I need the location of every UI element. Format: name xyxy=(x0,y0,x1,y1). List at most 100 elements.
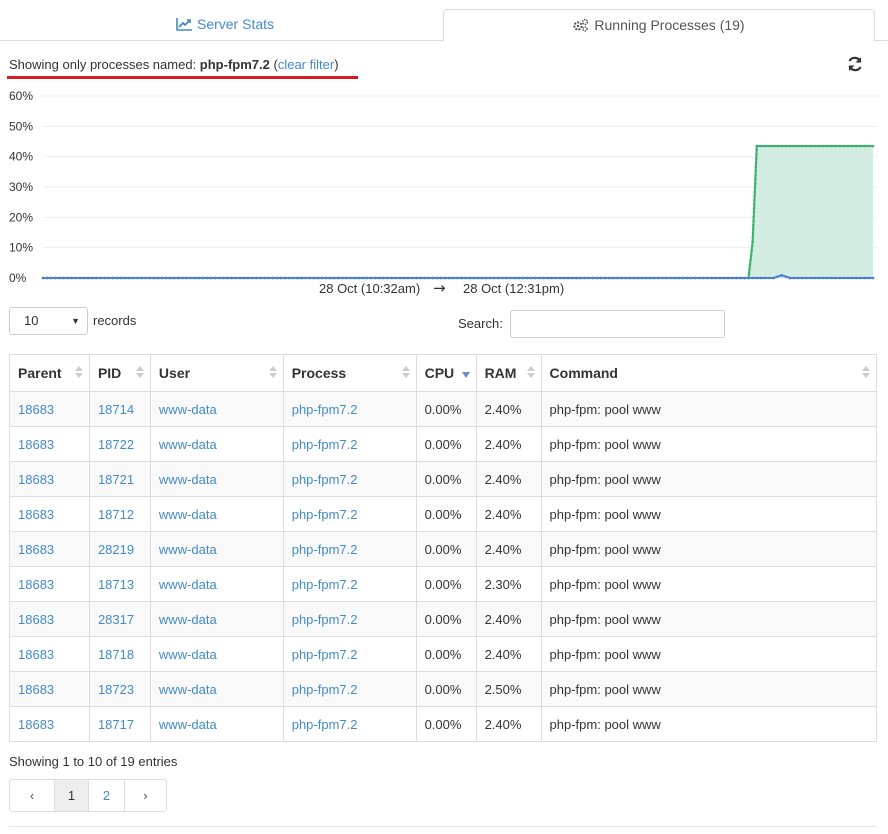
parent-link[interactable]: 18683 xyxy=(18,577,54,592)
series-point xyxy=(636,276,640,280)
command-value: php-fpm: pool www xyxy=(549,576,661,592)
user-cell: www-data xyxy=(149,636,284,672)
series-point xyxy=(275,276,279,280)
series-point xyxy=(681,276,685,280)
process-link[interactable]: php-fpm7.2 xyxy=(292,402,358,417)
ram-value: 2.40% xyxy=(484,716,522,732)
ram-cell: 2.40% xyxy=(475,461,542,497)
process-link[interactable]: php-fpm7.2 xyxy=(292,507,358,522)
process-link[interactable]: php-fpm7.2 xyxy=(292,647,358,662)
pid-link[interactable]: 18721 xyxy=(98,472,134,487)
process-link[interactable]: php-fpm7.2 xyxy=(292,542,358,557)
series-point xyxy=(753,198,756,202)
series-point xyxy=(834,276,837,280)
column-header-process[interactable]: Process xyxy=(282,354,417,392)
series-point xyxy=(817,276,821,280)
series-point xyxy=(859,276,862,280)
series-point xyxy=(472,276,476,280)
column-header-user[interactable]: User xyxy=(149,354,284,392)
parent-link[interactable]: 18683 xyxy=(18,472,54,487)
pid-link[interactable]: 28317 xyxy=(98,612,134,627)
user-link[interactable]: www-data xyxy=(159,717,217,732)
series-point xyxy=(365,276,369,280)
pid-link[interactable]: 18718 xyxy=(98,647,134,662)
user-link[interactable]: www-data xyxy=(159,507,217,522)
user-link[interactable]: www-data xyxy=(159,472,217,487)
series-point xyxy=(58,276,61,280)
process-link[interactable]: php-fpm7.2 xyxy=(292,437,358,452)
user-link[interactable]: www-data xyxy=(159,612,217,627)
series-point xyxy=(855,144,858,148)
column-header-pid[interactable]: PID xyxy=(88,354,151,392)
parent-link[interactable]: 18683 xyxy=(18,402,54,417)
ram-cell: 2.40% xyxy=(475,601,542,637)
series-point xyxy=(846,144,850,148)
parent-link[interactable]: 18683 xyxy=(18,647,54,662)
series-point xyxy=(752,202,756,206)
page-length-select[interactable]: 10 ▼ xyxy=(9,307,88,335)
parent-link[interactable]: 18683 xyxy=(18,437,54,452)
tab-server-stats[interactable]: Server Stats xyxy=(9,9,441,41)
pid-link[interactable]: 18723 xyxy=(98,682,134,697)
tab-running-processes[interactable]: Running Processes (19) xyxy=(443,9,875,42)
series-point xyxy=(805,144,808,148)
series-point xyxy=(136,276,139,280)
prev-page-button[interactable]: ‹ xyxy=(10,780,54,811)
page-button-2[interactable]: 2 xyxy=(88,780,124,811)
pid-link[interactable]: 18712 xyxy=(98,507,134,522)
refresh-icon[interactable] xyxy=(846,55,864,73)
series-point xyxy=(616,276,619,280)
user-link[interactable]: www-data xyxy=(159,437,217,452)
series-point xyxy=(830,144,833,148)
pid-link[interactable]: 18713 xyxy=(98,577,134,592)
filter-close-paren: ) xyxy=(334,57,339,72)
user-link[interactable]: www-data xyxy=(159,542,217,557)
process-link[interactable]: php-fpm7.2 xyxy=(292,472,358,487)
series-point xyxy=(152,276,156,280)
series-point xyxy=(797,144,800,148)
pid-link[interactable]: 28219 xyxy=(98,542,134,557)
page-button-1[interactable]: 1 xyxy=(54,780,88,811)
pid-link[interactable]: 18714 xyxy=(98,402,134,417)
column-header-parent[interactable]: Parent xyxy=(9,354,90,392)
series-point xyxy=(250,276,254,280)
process-link[interactable]: php-fpm7.2 xyxy=(292,612,358,627)
parent-link[interactable]: 18683 xyxy=(18,717,54,732)
process-link[interactable]: php-fpm7.2 xyxy=(292,682,358,697)
command-cell: php-fpm: pool www xyxy=(540,706,878,742)
process-link[interactable]: php-fpm7.2 xyxy=(292,717,358,732)
series-point xyxy=(754,173,757,177)
series-point xyxy=(776,144,779,148)
user-link[interactable]: www-data xyxy=(159,577,217,592)
pid-link[interactable]: 18717 xyxy=(98,717,134,732)
cpu-value: 0.00% xyxy=(424,681,462,697)
user-link[interactable]: www-data xyxy=(159,647,217,662)
column-header-label: PID xyxy=(97,365,122,381)
x-range-end-label: 28 Oct (12:31pm) xyxy=(463,281,564,296)
ram-cell: 2.40% xyxy=(475,391,542,427)
search-input[interactable] xyxy=(510,310,725,338)
parent-link[interactable]: 18683 xyxy=(18,507,54,522)
column-header-command[interactable]: Command xyxy=(540,354,878,392)
table-row: 18683 28219 www-data php-fpm7.2 0.00% 2.40% ph… xyxy=(9,531,878,567)
series-point xyxy=(752,223,755,227)
user-link[interactable]: www-data xyxy=(159,402,217,417)
process-link[interactable]: php-fpm7.2 xyxy=(292,577,358,592)
clear-filter-link[interactable]: clear filter xyxy=(278,57,334,72)
sort-icon xyxy=(401,366,410,380)
next-page-button[interactable]: › xyxy=(124,780,166,811)
parent-link[interactable]: 18683 xyxy=(18,682,54,697)
user-link[interactable]: www-data xyxy=(159,682,217,697)
parent-link[interactable]: 18683 xyxy=(18,612,54,627)
series-point xyxy=(830,276,833,280)
series-point xyxy=(197,276,201,280)
series-point xyxy=(538,276,541,280)
ram-cell: 2.30% xyxy=(475,566,542,602)
command-value: php-fpm: pool www xyxy=(549,716,661,732)
column-header-cpu[interactable]: CPU xyxy=(415,354,477,392)
pid-link[interactable]: 18722 xyxy=(98,437,134,452)
table-row: 18683 18713 www-data php-fpm7.2 0.00% 2.30% ph… xyxy=(9,566,878,602)
parent-link[interactable]: 18683 xyxy=(18,542,54,557)
series-point xyxy=(751,231,755,235)
column-header-ram[interactable]: RAM xyxy=(475,354,542,392)
